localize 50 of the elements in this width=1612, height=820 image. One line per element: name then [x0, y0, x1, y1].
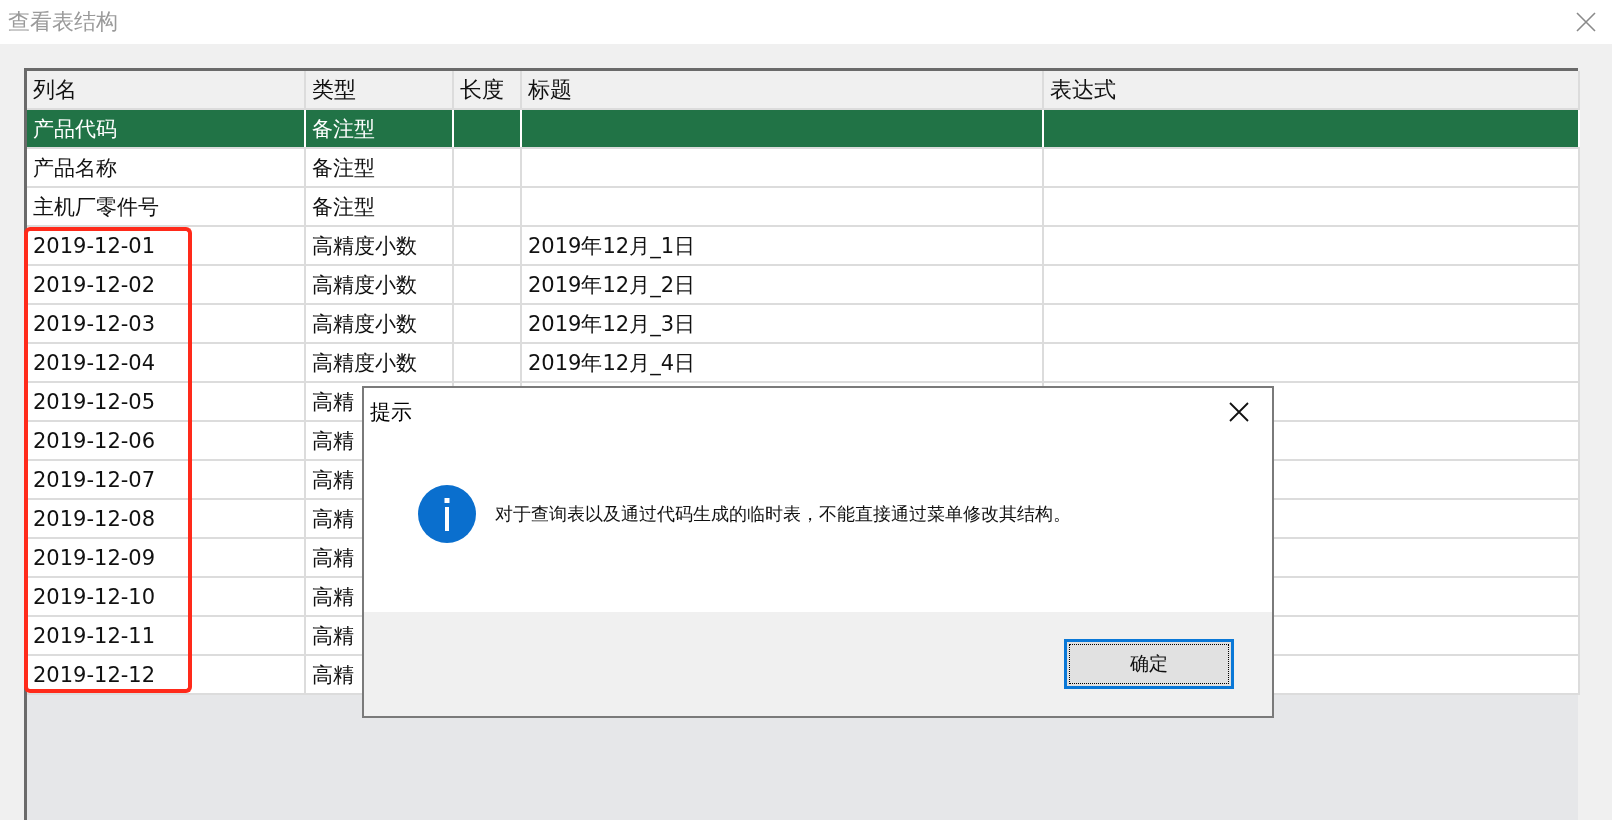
table-row[interactable]: 2019-12-03 高精度小数 2019年12月_3日 [27, 304, 1579, 343]
table-cell: 高精 [312, 545, 354, 570]
table-cell: 备注型 [312, 194, 375, 219]
table-cell: 2019-12-01 [33, 233, 156, 258]
table-cell: 高精 [312, 467, 354, 492]
ok-button[interactable]: 确定 [1064, 639, 1234, 689]
table-cell: 高精度小数 [312, 311, 417, 336]
table-cell: 高精度小数 [312, 272, 417, 297]
table-cell: 2019-12-02 [33, 272, 156, 297]
table-cell: 高精度小数 [312, 350, 417, 375]
table-row[interactable]: 主机厂零件号 备注型 [27, 187, 1579, 226]
table-cell: 2019-12-06 [33, 428, 156, 453]
table-cell: 2019-12-08 [33, 506, 156, 531]
column-header[interactable]: 类型 [305, 71, 453, 109]
column-header[interactable]: 标题 [521, 71, 1043, 109]
table-cell: 备注型 [312, 116, 375, 141]
table-row[interactable]: 2019-12-01 高精度小数 2019年12月_1日 [27, 226, 1579, 265]
table-cell: 高精 [312, 584, 354, 609]
column-header[interactable]: 表达式 [1043, 71, 1579, 109]
table-cell: 2019年12月_4日 [528, 350, 696, 375]
table-cell: 产品代码 [33, 116, 117, 141]
info-icon [417, 484, 477, 544]
table-cell: 高精度小数 [312, 233, 417, 258]
table-cell: 备注型 [312, 155, 375, 180]
table-cell: 2019-12-03 [33, 311, 156, 336]
table-cell: 2019-12-10 [33, 584, 156, 609]
table-cell: 高精 [312, 506, 354, 531]
table-cell: 2019年12月_2日 [528, 272, 696, 297]
table-cell: 2019-12-04 [33, 350, 156, 375]
table-cell: 2019年12月_3日 [528, 311, 696, 336]
table-cell: 2019-12-07 [33, 467, 156, 492]
table-cell: 产品名称 [33, 155, 117, 180]
table-cell: 高精 [312, 428, 354, 453]
table-cell: 主机厂零件号 [33, 194, 159, 219]
table-cell: 高精 [312, 389, 354, 414]
close-icon[interactable] [1228, 401, 1250, 423]
table-cell: 2019-12-09 [33, 545, 156, 570]
table-cell: 2019-12-05 [33, 389, 156, 414]
table-cell: 2019年12月_1日 [528, 233, 696, 258]
column-header[interactable]: 列名 [27, 71, 305, 109]
selected-row[interactable]: 产品代码 备注型 [27, 109, 1579, 148]
window-title: 查看表结构 [8, 8, 118, 36]
table-cell: 2019-12-11 [33, 623, 156, 648]
table-row[interactable]: 2019-12-02 高精度小数 2019年12月_2日 [27, 265, 1579, 304]
table-cell: 2019-12-12 [33, 662, 156, 687]
table-row[interactable]: 产品名称 备注型 [27, 148, 1579, 187]
table-cell: 高精 [312, 662, 354, 687]
dialog-message: 对于查询表以及通过代码生成的临时表，不能直接通过菜单修改其结构。 [495, 502, 1071, 526]
column-header[interactable]: 长度 [453, 71, 521, 109]
table-cell: 高精 [312, 623, 354, 648]
